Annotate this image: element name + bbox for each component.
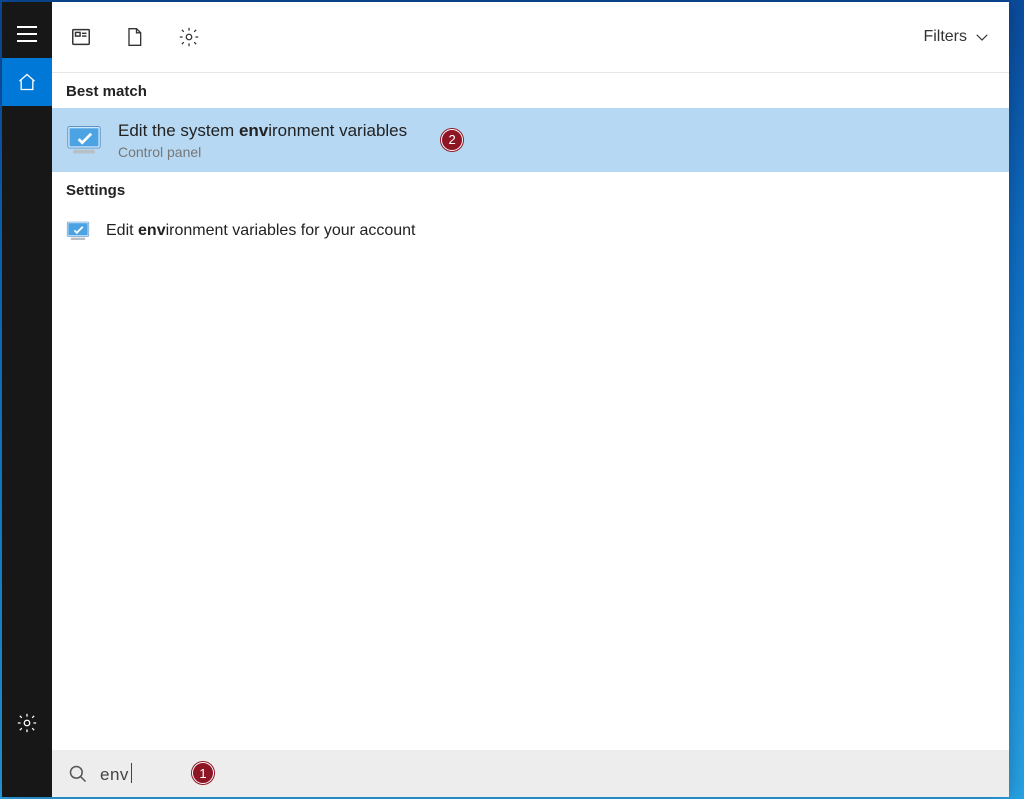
group-header-settings: Settings bbox=[52, 172, 1009, 207]
documents-filter-button[interactable] bbox=[124, 26, 146, 48]
result-title-bold: env bbox=[138, 222, 166, 239]
search-query-text: env bbox=[100, 765, 129, 784]
result-settings-item[interactable]: Edit environment variables for your acco… bbox=[52, 207, 1009, 255]
apps-filter-button[interactable] bbox=[70, 26, 92, 48]
start-left-rail bbox=[2, 2, 52, 797]
result-best-match[interactable]: Edit the system environment variables Co… bbox=[52, 108, 1009, 172]
gear-icon bbox=[178, 26, 200, 48]
search-bar[interactable]: env 1 bbox=[52, 750, 1009, 797]
search-input[interactable]: env bbox=[100, 763, 132, 785]
search-toolbar: Filters bbox=[52, 2, 1009, 73]
result-text: Edit environment variables for your acco… bbox=[106, 220, 416, 242]
text-caret bbox=[131, 763, 132, 783]
filters-label: Filters bbox=[923, 28, 967, 46]
callout-badge-2: 2 bbox=[441, 129, 463, 151]
gear-icon bbox=[16, 712, 38, 734]
result-title-pre: Edit the system bbox=[118, 121, 239, 140]
hamburger-button[interactable] bbox=[2, 10, 52, 58]
search-icon bbox=[68, 764, 88, 784]
home-button[interactable] bbox=[2, 58, 52, 106]
rail-settings-button[interactable] bbox=[2, 699, 52, 747]
group-header-best-match: Best match bbox=[52, 73, 1009, 108]
result-title-bold: env bbox=[239, 121, 268, 140]
filters-dropdown[interactable]: Filters bbox=[923, 28, 991, 46]
chevron-down-icon bbox=[973, 28, 991, 46]
result-title-post: ironment variables bbox=[268, 121, 407, 140]
user-monitor-icon bbox=[66, 219, 90, 243]
callout-badge-1: 1 bbox=[192, 762, 214, 784]
results-area: Best match Edit the system environment v… bbox=[52, 73, 1009, 750]
result-title-post: ironment variables for your account bbox=[166, 222, 416, 239]
home-icon bbox=[17, 72, 37, 92]
hamburger-icon bbox=[17, 26, 37, 42]
search-panel: Filters Best match bbox=[52, 2, 1009, 797]
document-icon bbox=[124, 26, 144, 48]
settings-filter-button[interactable] bbox=[178, 26, 200, 48]
apps-icon bbox=[70, 26, 92, 48]
system-monitor-icon bbox=[66, 122, 102, 158]
result-subtitle: Control panel bbox=[118, 144, 407, 160]
result-text: Edit the system environment variables Co… bbox=[118, 120, 407, 160]
result-title-pre: Edit bbox=[106, 222, 138, 239]
